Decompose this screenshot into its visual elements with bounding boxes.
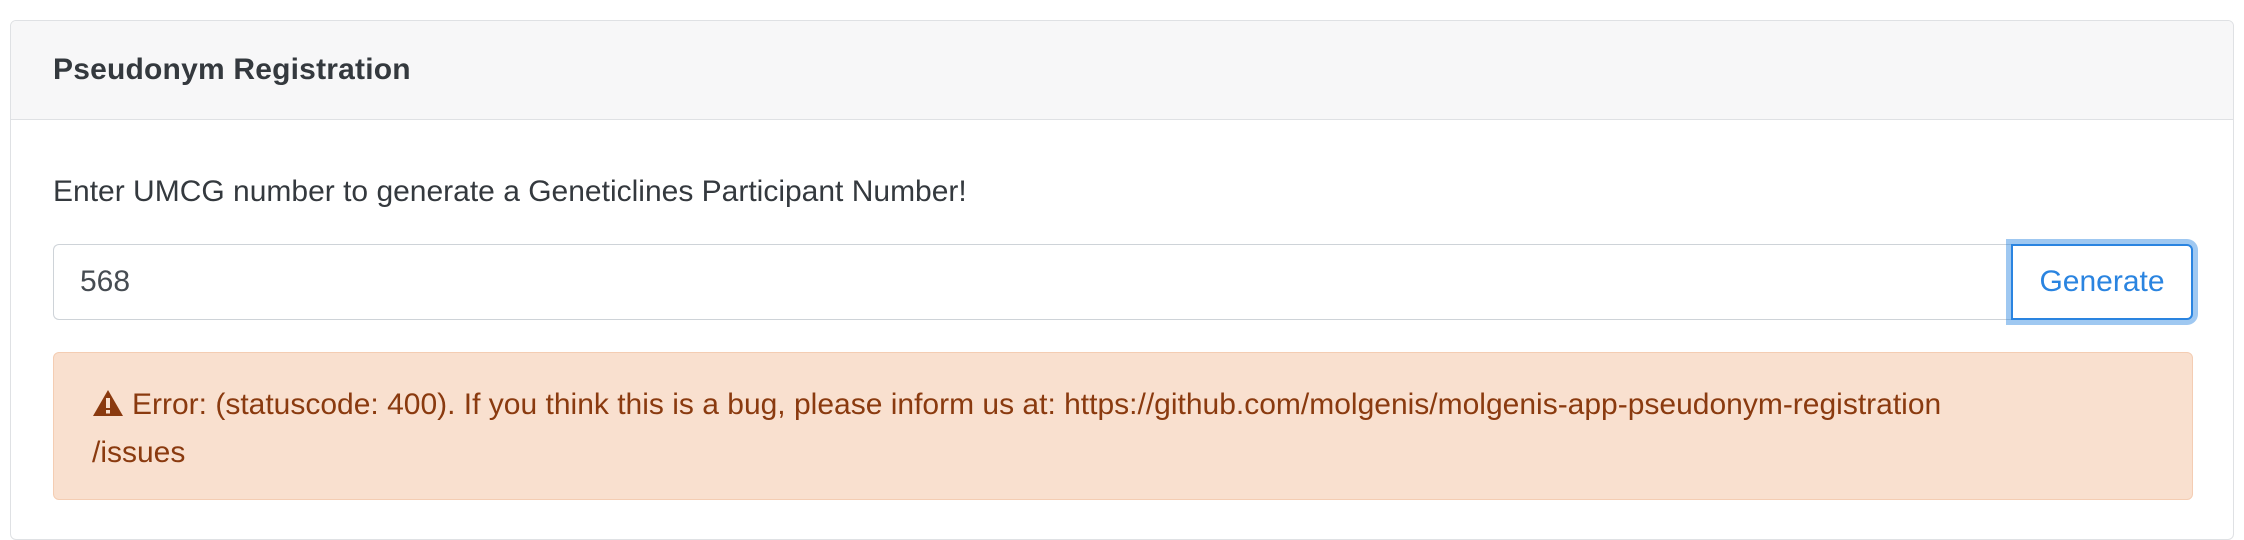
pseudonym-registration-card: Pseudonym Registration Enter UMCG number…: [10, 20, 2234, 540]
umcg-number-input[interactable]: [53, 244, 2011, 320]
error-alert-first-line: Error: (statuscode: 400). If you think t…: [92, 381, 2154, 429]
card-title: Pseudonym Registration: [53, 53, 411, 86]
error-message-line1: Error: (statuscode: 400). If you think t…: [132, 388, 1942, 421]
generate-button[interactable]: Generate: [2011, 244, 2193, 320]
card-header: Pseudonym Registration: [11, 21, 2233, 120]
umcg-number-input-group: Generate: [53, 244, 2193, 320]
card-body: Enter UMCG number to generate a Geneticl…: [11, 172, 2233, 500]
error-alert: Error: (statuscode: 400). If you think t…: [53, 352, 2193, 500]
instruction-text: Enter UMCG number to generate a Geneticl…: [53, 175, 967, 208]
error-message-line2: /issues: [92, 436, 186, 469]
warning-triangle-icon: [93, 390, 123, 416]
